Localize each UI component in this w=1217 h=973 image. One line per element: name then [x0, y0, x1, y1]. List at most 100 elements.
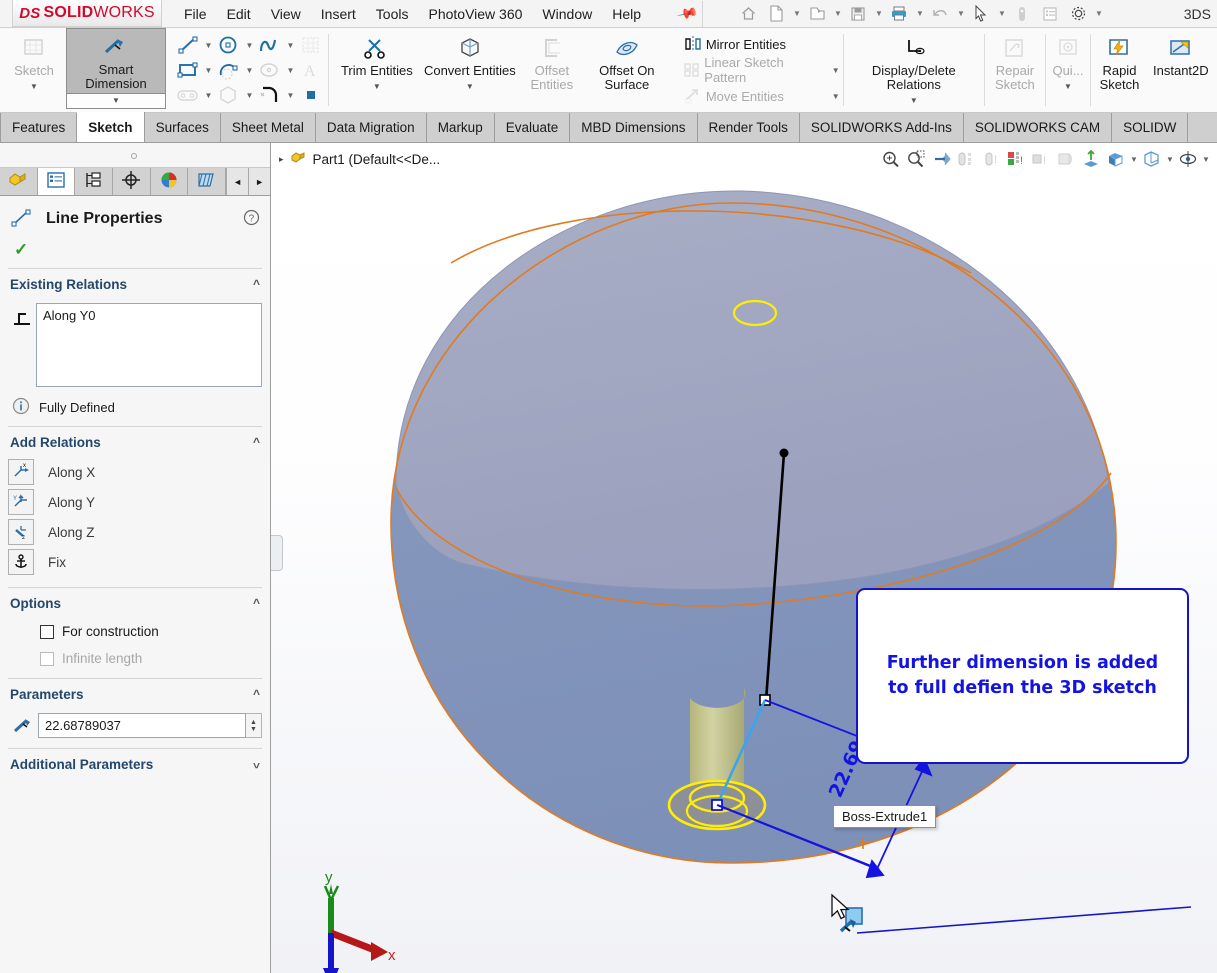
model-canvas[interactable]: x y z	[271, 143, 1217, 973]
fix-anchor-icon[interactable]	[8, 549, 34, 575]
tab-scroll-next-icon[interactable]: ►	[248, 168, 270, 195]
tab-sketch[interactable]: Sketch	[77, 112, 144, 142]
existing-relations-header[interactable]: Existing Relations ^	[0, 269, 270, 299]
convert-entities-button[interactable]: Convert Entities ▼	[420, 28, 520, 112]
instant2d-button[interactable]: Instant2D	[1145, 28, 1217, 112]
line-icon[interactable]	[174, 33, 202, 57]
panel-splitter-bar[interactable]	[0, 143, 270, 168]
display-delete-relations-button[interactable]: Display/Delete Relations ▼	[847, 28, 982, 112]
tab-solidworks-add-ins[interactable]: SOLIDWORKS Add-Ins	[800, 113, 964, 142]
add-relation-along-y[interactable]: Y Along Y	[8, 487, 270, 517]
trim-entities-button[interactable]: Trim Entities ▼	[334, 28, 420, 112]
chevron-down-icon[interactable]: ^	[253, 757, 260, 771]
chevron-up-icon[interactable]: ^	[253, 596, 260, 610]
new-document-dropdown-icon[interactable]: ▼	[791, 9, 802, 18]
arc-icon[interactable]	[215, 58, 243, 82]
gear-dropdown-icon[interactable]: ▼	[1093, 9, 1104, 18]
display-delete-relations-dropdown-icon[interactable]: ▼	[910, 94, 918, 108]
property-manager-tab[interactable]	[38, 168, 76, 195]
rectangle-dropdown-icon[interactable]: ▼	[202, 66, 215, 75]
menu-item-view[interactable]: View	[271, 6, 301, 22]
menu-item-insert[interactable]: Insert	[321, 6, 356, 22]
additional-parameters-header[interactable]: Additional Parameters ^	[0, 749, 270, 779]
display-manager-tab[interactable]	[151, 168, 189, 195]
chevron-up-icon[interactable]: ^	[253, 277, 260, 291]
point-icon[interactable]	[297, 83, 325, 107]
panel-resize-handle[interactable]	[131, 153, 137, 159]
tab-solidworks-cam[interactable]: SOLIDWORKS CAM	[964, 113, 1112, 142]
smart-dimension-button[interactable]: Smart Dimension ▼	[66, 28, 166, 109]
parameters-header[interactable]: Parameters ^	[0, 679, 270, 709]
new-document-icon[interactable]	[763, 2, 789, 26]
stepper-up-icon[interactable]: ▲	[250, 719, 257, 726]
menu-item-help[interactable]: Help	[612, 6, 641, 22]
mirror-entities-button[interactable]: Mirror Entities	[680, 31, 840, 57]
spline-icon[interactable]	[256, 33, 284, 57]
graphics-viewport[interactable]: ▸ Part1 (Default<<De...	[271, 143, 1217, 973]
panel-collapse-handle[interactable]	[271, 535, 283, 571]
tab-solidworks-more[interactable]: SOLIDW	[1112, 113, 1188, 142]
sketch-button[interactable]: Sketch ▼	[2, 28, 66, 112]
solidworks-logo[interactable]: DS SOLID WORKS	[12, 0, 162, 27]
tab-features[interactable]: Features	[0, 113, 77, 142]
solid-body-upper-face[interactable]	[396, 191, 1109, 589]
along-y-icon[interactable]: Y	[8, 489, 34, 515]
select-pointer-icon[interactable]	[968, 2, 994, 26]
dimxpert-manager-tab[interactable]	[113, 168, 151, 195]
circle-icon[interactable]	[215, 33, 243, 57]
for-construction-checkbox[interactable]	[40, 625, 54, 639]
stepper-down-icon[interactable]: ▼	[250, 726, 257, 733]
along-z-icon[interactable]: z	[8, 519, 34, 545]
menu-item-photoview-360[interactable]: PhotoView 360	[428, 6, 522, 22]
print-dropdown-icon[interactable]: ▼	[914, 9, 925, 18]
rectangle-icon[interactable]	[174, 58, 202, 82]
rebuild-icon[interactable]	[1009, 2, 1035, 26]
add-relation-fix[interactable]: Fix	[8, 547, 270, 577]
menu-item-file[interactable]: File	[184, 6, 207, 22]
tab-evaluate[interactable]: Evaluate	[495, 113, 571, 142]
fillet-icon[interactable]	[256, 83, 284, 107]
circle-dropdown-icon[interactable]: ▼	[243, 41, 256, 50]
home-icon[interactable]	[735, 2, 761, 26]
menu-item-tools[interactable]: Tools	[376, 6, 409, 22]
fillet-dropdown-icon[interactable]: ▼	[284, 91, 297, 100]
save-icon[interactable]	[845, 2, 871, 26]
accept-button[interactable]: ✓	[0, 238, 270, 268]
chevron-up-icon[interactable]: ^	[253, 435, 260, 449]
undo-icon[interactable]	[927, 2, 953, 26]
appearance-tab[interactable]	[188, 168, 226, 195]
tab-render-tools[interactable]: Render Tools	[698, 113, 800, 142]
arc-dropdown-icon[interactable]: ▼	[243, 66, 256, 75]
options-header[interactable]: Options ^	[0, 588, 270, 618]
length-stepper[interactable]: ▲ ▼	[246, 713, 262, 738]
tab-sheet-metal[interactable]: Sheet Metal	[221, 113, 316, 142]
length-input[interactable]: 22.68789037	[38, 713, 246, 738]
gear-icon[interactable]	[1065, 2, 1091, 26]
help-icon[interactable]: ?	[243, 209, 260, 230]
menu-item-edit[interactable]: Edit	[227, 6, 251, 22]
smart-dimension-dropdown-icon[interactable]: ▼	[67, 93, 165, 108]
tab-surfaces[interactable]: Surfaces	[145, 113, 221, 142]
tab-data-migration[interactable]: Data Migration	[316, 113, 427, 142]
option-for-construction[interactable]: For construction	[0, 618, 270, 645]
line-dropdown-icon[interactable]: ▼	[202, 41, 215, 50]
pin-icon[interactable]: 📌	[676, 2, 700, 25]
select-dropdown-icon[interactable]: ▼	[996, 9, 1007, 18]
open-folder-icon[interactable]	[804, 2, 830, 26]
undo-dropdown-icon[interactable]: ▼	[955, 9, 966, 18]
spline-dropdown-icon[interactable]: ▼	[284, 41, 297, 50]
save-dropdown-icon[interactable]: ▼	[873, 9, 884, 18]
feature-manager-tree-tab[interactable]	[0, 168, 38, 195]
menu-item-window[interactable]: Window	[542, 6, 592, 22]
offset-on-surface-button[interactable]: Offset On Surface	[584, 28, 670, 112]
trim-entities-dropdown-icon[interactable]: ▼	[373, 80, 381, 94]
sketch-dropdown-icon[interactable]: ▼	[30, 80, 38, 94]
configuration-manager-tab[interactable]	[75, 168, 113, 195]
add-relation-along-x[interactable]: x Along X	[8, 457, 270, 487]
add-relations-header[interactable]: Add Relations ^	[0, 427, 270, 457]
annotation-callout[interactable]: Further dimension is added to full defie…	[856, 588, 1189, 764]
existing-relations-list[interactable]: Along Y0	[36, 303, 262, 387]
list-item[interactable]: Along Y0	[43, 308, 255, 323]
print-icon[interactable]	[886, 2, 912, 26]
along-x-icon[interactable]: x	[8, 459, 34, 485]
